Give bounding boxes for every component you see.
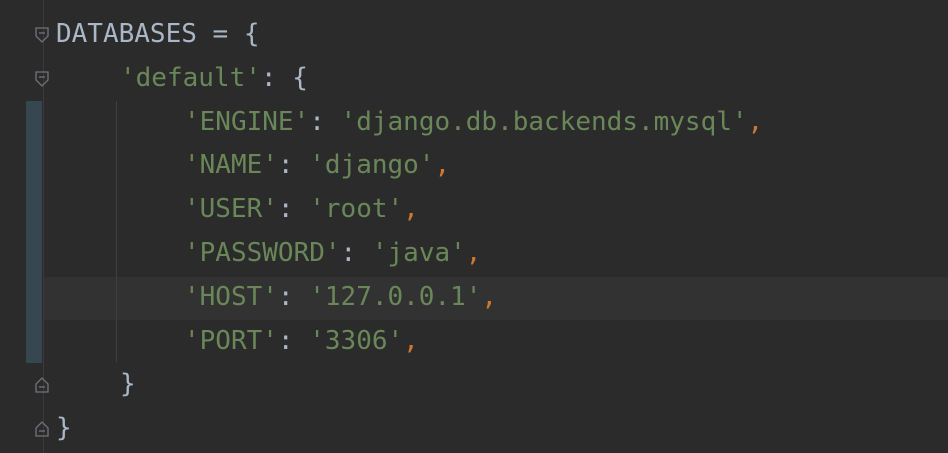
code-content[interactable]: DATABASES = { 'default': { 'ENGINE': 'dj… xyxy=(56,13,936,451)
colon: : xyxy=(309,106,341,137)
editor-gutter[interactable] xyxy=(0,0,49,453)
dict-value: 'django' xyxy=(309,150,435,181)
fold-close-icon[interactable] xyxy=(34,421,50,437)
code-line[interactable]: } xyxy=(56,407,936,451)
dict-key: 'USER' xyxy=(184,194,278,225)
dict-key: 'PASSWORD' xyxy=(184,237,341,268)
comma: , xyxy=(403,194,419,225)
open-brace: { xyxy=(292,62,308,93)
dict-value: 'root' xyxy=(309,194,404,225)
code-line[interactable]: 'default': { xyxy=(56,57,936,101)
code-line[interactable]: DATABASES = { xyxy=(56,13,936,57)
colon: : xyxy=(277,150,310,181)
code-line[interactable]: 'USER': 'root', xyxy=(56,188,936,232)
code-line[interactable]: 'PASSWORD': 'java', xyxy=(56,232,936,276)
dict-value: 'django.db.backends.mysql' xyxy=(340,106,748,137)
colon: : xyxy=(277,281,310,312)
colon: : xyxy=(340,237,372,268)
comma: , xyxy=(481,281,498,312)
close-brace: } xyxy=(120,369,136,400)
code-line[interactable]: 'PORT': '3306', xyxy=(56,320,936,364)
code-line[interactable]: 'ENGINE': 'django.db.backends.mysql', xyxy=(56,101,936,145)
dict-key: 'NAME' xyxy=(184,150,278,181)
code-line-current[interactable]: 'HOST': '127.0.0.1', xyxy=(56,276,936,320)
dict-value: 'java' xyxy=(371,237,466,268)
fold-open-icon[interactable] xyxy=(34,27,50,43)
variable-name: DATABASES xyxy=(56,19,197,49)
comma: , xyxy=(747,106,764,137)
code-line[interactable]: } xyxy=(56,363,936,407)
dict-key: 'HOST' xyxy=(184,281,278,312)
fold-close-icon[interactable] xyxy=(34,377,50,393)
colon: : xyxy=(260,62,293,93)
dict-value: '127.0.0.1' xyxy=(309,281,482,312)
assign-operator: = xyxy=(196,19,244,49)
close-brace: } xyxy=(56,413,72,444)
comma: , xyxy=(465,237,482,268)
fold-open-icon[interactable] xyxy=(34,71,50,87)
comma: , xyxy=(403,325,419,356)
colon: : xyxy=(277,325,310,356)
dict-key: 'default' xyxy=(120,62,261,93)
dict-key: 'ENGINE' xyxy=(184,106,310,137)
colon: : xyxy=(277,194,310,225)
open-brace: { xyxy=(243,19,260,49)
comma: , xyxy=(434,150,451,181)
dict-key: 'PORT' xyxy=(184,325,278,356)
dict-value: '3306' xyxy=(309,325,404,356)
vcs-change-marker[interactable] xyxy=(26,101,42,363)
code-line[interactable]: 'NAME': 'django', xyxy=(56,144,936,188)
code-editor[interactable]: DATABASES = { 'default': { 'ENGINE': 'dj… xyxy=(0,0,948,453)
